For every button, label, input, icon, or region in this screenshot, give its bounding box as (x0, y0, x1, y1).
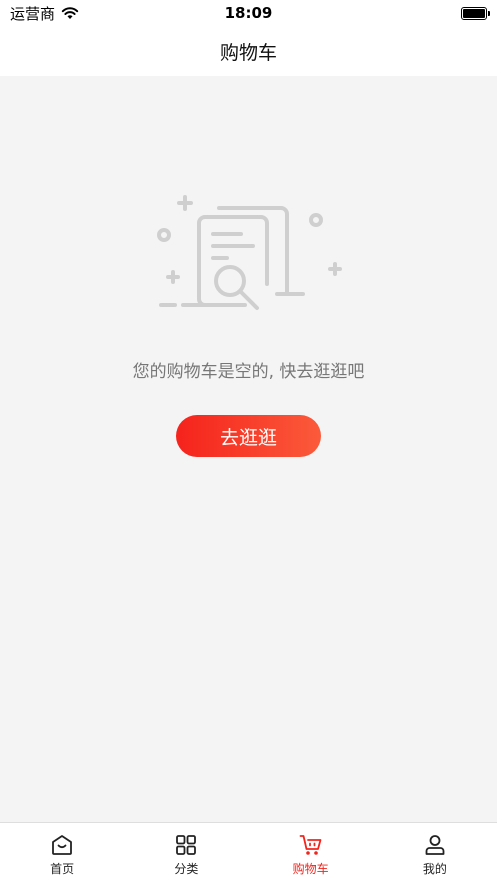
status-bar: 运营商 18:09 (0, 0, 497, 26)
tab-home[interactable]: 首页 (0, 823, 124, 883)
home-icon (52, 835, 73, 855)
tab-cart-label: 购物车 (292, 862, 329, 876)
tab-bar: 首页 分类 购物车 我的 (0, 822, 497, 883)
user-icon (425, 835, 445, 855)
go-shopping-button[interactable]: 去逛逛 (176, 415, 321, 457)
wifi-icon (61, 7, 79, 19)
page-title: 购物车 (219, 41, 277, 64)
tab-home-label: 首页 (50, 862, 75, 876)
tab-mine-label: 我的 (422, 862, 447, 876)
tab-category-label: 分类 (174, 862, 199, 876)
cart-icon (299, 835, 322, 855)
tab-cart[interactable]: 购物车 (249, 823, 373, 883)
battery-fill (463, 8, 485, 18)
status-left: 运营商 (10, 3, 79, 24)
nav-bar: 购物车 (0, 26, 497, 76)
tab-category[interactable]: 分类 (124, 823, 248, 883)
tab-mine[interactable]: 我的 (373, 823, 497, 883)
carrier-label: 运营商 (10, 4, 56, 23)
empty-cart-message: 您的购物车是空的, 快去逛逛吧 (132, 362, 365, 382)
battery-icon (461, 6, 490, 20)
empty-cart-illustration-icon (157, 195, 342, 310)
grid-icon (176, 835, 197, 855)
